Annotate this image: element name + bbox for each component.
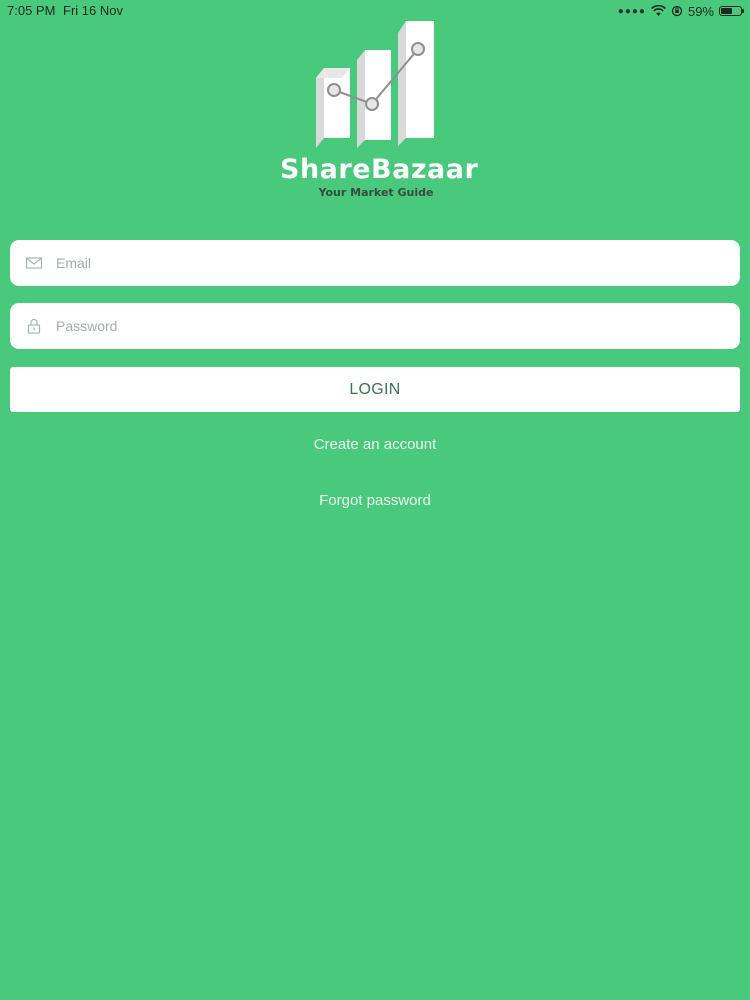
email-field[interactable] bbox=[10, 240, 740, 286]
battery-fill bbox=[721, 8, 733, 14]
forgot-password-link[interactable]: Forgot password bbox=[0, 492, 750, 509]
brand-logo: ShareBazaar Your Market Guide bbox=[280, 18, 479, 203]
envelope-icon bbox=[25, 257, 43, 269]
status-time: 7:05 PM bbox=[7, 3, 56, 18]
wifi-icon bbox=[651, 5, 666, 16]
status-date: Fri 16 Nov bbox=[63, 3, 123, 18]
password-field[interactable] bbox=[10, 303, 740, 349]
lock-icon bbox=[27, 318, 41, 334]
signal-dots-icon: ●●●● bbox=[617, 5, 646, 17]
bar-chart-trend-logo bbox=[316, 21, 434, 148]
login-button[interactable]: LOGIN bbox=[10, 367, 740, 412]
create-account-link[interactable]: Create an account bbox=[0, 436, 750, 453]
brand-tagline: Your Market Guide bbox=[318, 186, 434, 199]
orientation-lock-icon bbox=[671, 5, 683, 17]
battery-percent: 59% bbox=[687, 3, 714, 19]
password-input[interactable] bbox=[56, 303, 726, 349]
brand-name: ShareBazaar bbox=[280, 154, 479, 185]
battery-icon bbox=[719, 6, 744, 16]
email-input[interactable] bbox=[56, 240, 726, 286]
status-indicators: ●●●● 59% bbox=[617, 2, 744, 20]
